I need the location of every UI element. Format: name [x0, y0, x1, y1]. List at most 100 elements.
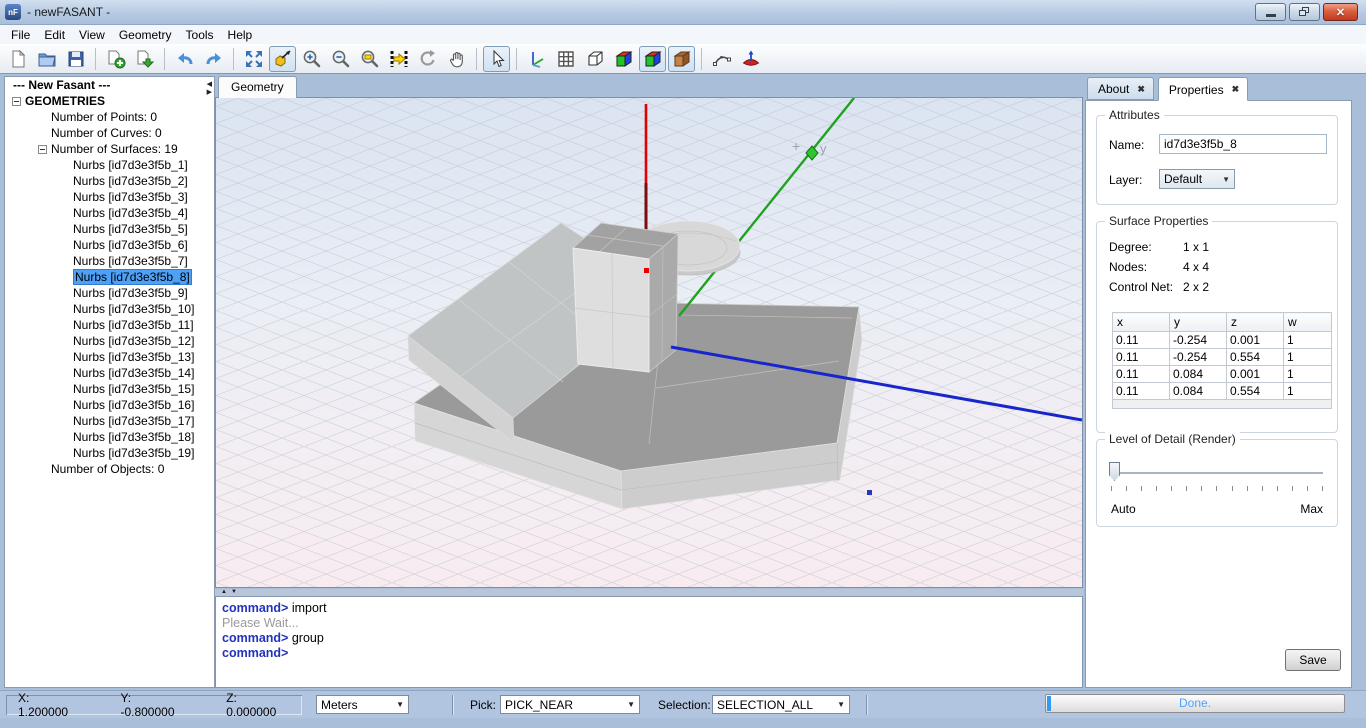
- curve-tool-button[interactable]: [708, 46, 735, 72]
- selection-select[interactable]: SELECTION_ALL▼: [712, 695, 850, 714]
- rotate-view-button[interactable]: [414, 46, 441, 72]
- redo-button[interactable]: [200, 46, 227, 72]
- tree-item-geometries[interactable]: GEOMETRIES: [5, 93, 214, 109]
- tree-item-nurbs[interactable]: Nurbs [id7d3e3f5b_9]: [5, 285, 214, 301]
- new-file-button[interactable]: [4, 46, 31, 72]
- viewport-3d-scene[interactable]: + y: [216, 98, 1082, 587]
- column-header-w[interactable]: w: [1284, 313, 1332, 332]
- tree-item-points[interactable]: Number of Points: 0: [5, 109, 214, 125]
- minimize-button[interactable]: [1255, 3, 1286, 21]
- zoom-out-button[interactable]: [327, 46, 354, 72]
- tree-item-nurbs-selected[interactable]: Nurbs [id7d3e3f5b_8]: [5, 269, 214, 285]
- cell[interactable]: 0.11: [1113, 366, 1170, 383]
- zoom-in-button[interactable]: [298, 46, 325, 72]
- surface-normals-button[interactable]: [737, 46, 764, 72]
- cell[interactable]: 1: [1284, 349, 1332, 366]
- fit-view-button[interactable]: [240, 46, 267, 72]
- tab-properties[interactable]: Properties✖: [1158, 77, 1248, 101]
- tree-item-nurbs[interactable]: Nurbs [id7d3e3f5b_4]: [5, 205, 214, 221]
- geometry-box[interactable]: [573, 223, 678, 372]
- cell[interactable]: 0.554: [1227, 349, 1284, 366]
- console-splitter[interactable]: ▲▼: [215, 589, 1083, 596]
- name-input[interactable]: [1159, 134, 1327, 154]
- undo-button[interactable]: [171, 46, 198, 72]
- select-pointer-button[interactable]: [483, 46, 510, 72]
- pick-select[interactable]: PICK_NEAR▼: [500, 695, 640, 714]
- units-select[interactable]: Meters▼: [316, 695, 409, 714]
- command-console[interactable]: command> import Please Wait... command> …: [215, 596, 1083, 688]
- layer-select[interactable]: Default▼: [1159, 169, 1235, 189]
- menu-tools[interactable]: Tools: [179, 27, 221, 43]
- cell[interactable]: 0.11: [1113, 349, 1170, 366]
- axes-button[interactable]: [523, 46, 550, 72]
- swap-view-button[interactable]: [385, 46, 412, 72]
- tab-geometry[interactable]: Geometry: [218, 76, 297, 98]
- cell[interactable]: 1: [1284, 383, 1332, 400]
- tree-item-objects[interactable]: Number of Objects: 0: [5, 461, 214, 477]
- shaded-edges-cube-button[interactable]: [639, 46, 666, 72]
- cell[interactable]: 1: [1284, 332, 1332, 349]
- cell[interactable]: 0.11: [1113, 332, 1170, 349]
- column-header-y[interactable]: y: [1170, 313, 1227, 332]
- title-bar[interactable]: nF - newFASANT - ✕: [0, 0, 1366, 25]
- cell[interactable]: 0.001: [1227, 332, 1284, 349]
- save-button[interactable]: Save: [1285, 649, 1341, 671]
- tree-item-curves[interactable]: Number of Curves: 0: [5, 125, 214, 141]
- lod-slider-handle[interactable]: [1109, 462, 1120, 481]
- collapse-icon[interactable]: [12, 97, 21, 106]
- tree-item-nurbs[interactable]: Nurbs [id7d3e3f5b_2]: [5, 173, 214, 189]
- tree-item-nurbs[interactable]: Nurbs [id7d3e3f5b_7]: [5, 253, 214, 269]
- tree-item-nurbs[interactable]: Nurbs [id7d3e3f5b_6]: [5, 237, 214, 253]
- menu-edit[interactable]: Edit: [37, 27, 72, 43]
- menu-help[interactable]: Help: [221, 27, 260, 43]
- cell[interactable]: -0.254: [1170, 349, 1227, 366]
- column-header-z[interactable]: z: [1227, 313, 1284, 332]
- textured-cube-button[interactable]: [668, 46, 695, 72]
- tree-item-nurbs[interactable]: Nurbs [id7d3e3f5b_13]: [5, 349, 214, 365]
- import-button[interactable]: [131, 46, 158, 72]
- collapse-icon[interactable]: [38, 145, 47, 154]
- tree-splitter-arrows[interactable]: ◀▶: [207, 81, 212, 97]
- restore-button[interactable]: [1289, 3, 1320, 21]
- tree-item-nurbs[interactable]: Nurbs [id7d3e3f5b_15]: [5, 381, 214, 397]
- cell[interactable]: 0.001: [1227, 366, 1284, 383]
- new-project-button[interactable]: [102, 46, 129, 72]
- cell[interactable]: 1: [1284, 366, 1332, 383]
- tree-item-nurbs[interactable]: Nurbs [id7d3e3f5b_18]: [5, 429, 214, 445]
- pan-button[interactable]: [443, 46, 470, 72]
- menu-file[interactable]: File: [4, 27, 37, 43]
- tab-about[interactable]: About✖: [1087, 77, 1154, 100]
- tree-item-nurbs[interactable]: Nurbs [id7d3e3f5b_16]: [5, 397, 214, 413]
- open-folder-button[interactable]: [33, 46, 60, 72]
- tree-item-nurbs[interactable]: Nurbs [id7d3e3f5b_12]: [5, 333, 214, 349]
- tree-item-nurbs[interactable]: Nurbs [id7d3e3f5b_11]: [5, 317, 214, 333]
- tree-item-nurbs[interactable]: Nurbs [id7d3e3f5b_14]: [5, 365, 214, 381]
- lod-slider-track[interactable]: [1111, 472, 1323, 474]
- close-button[interactable]: ✕: [1323, 3, 1358, 21]
- tree-item-nurbs[interactable]: Nurbs [id7d3e3f5b_5]: [5, 221, 214, 237]
- tree-item-nurbs[interactable]: Nurbs [id7d3e3f5b_1]: [5, 157, 214, 173]
- column-header-x[interactable]: x: [1113, 313, 1170, 332]
- tree-item-nurbs[interactable]: Nurbs [id7d3e3f5b_10]: [5, 301, 214, 317]
- tree-item-nurbs[interactable]: Nurbs [id7d3e3f5b_19]: [5, 445, 214, 461]
- menu-geometry[interactable]: Geometry: [112, 27, 179, 43]
- save-file-button[interactable]: [62, 46, 89, 72]
- cell[interactable]: 0.554: [1227, 383, 1284, 400]
- grid-button[interactable]: [552, 46, 579, 72]
- zoom-object-button[interactable]: [269, 46, 296, 72]
- shaded-cube-button[interactable]: [610, 46, 637, 72]
- viewport-3d[interactable]: + y: [215, 97, 1083, 588]
- tab-about-close-icon[interactable]: ✖: [1137, 84, 1145, 95]
- console-prompt-line[interactable]: command>: [222, 646, 1076, 661]
- tab-properties-close-icon[interactable]: ✖: [1232, 84, 1240, 95]
- cell[interactable]: 0.084: [1170, 383, 1227, 400]
- cell[interactable]: 0.11: [1113, 383, 1170, 400]
- cell[interactable]: -0.254: [1170, 332, 1227, 349]
- tree-item-nurbs[interactable]: Nurbs [id7d3e3f5b_17]: [5, 413, 214, 429]
- cell[interactable]: 0.084: [1170, 366, 1227, 383]
- zoom-window-button[interactable]: [356, 46, 383, 72]
- wireframe-cube-button[interactable]: [581, 46, 608, 72]
- menu-view[interactable]: View: [72, 27, 112, 43]
- tree-root[interactable]: --- New Fasant ---: [5, 77, 214, 93]
- tree-item-nurbs[interactable]: Nurbs [id7d3e3f5b_3]: [5, 189, 214, 205]
